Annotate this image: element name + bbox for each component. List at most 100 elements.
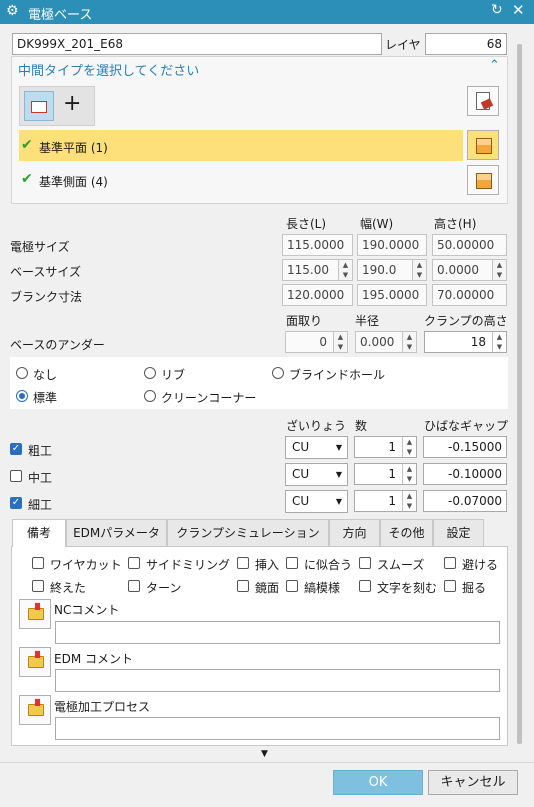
- rough-checkbox[interactable]: ✓: [10, 443, 22, 455]
- turn-checkbox[interactable]: [128, 580, 140, 592]
- medium-label: 中工: [28, 471, 53, 485]
- medium-material-select[interactable]: CU ▼: [285, 463, 348, 486]
- dig-checkbox[interactable]: [444, 580, 456, 592]
- electrode-width: 190.0000: [357, 234, 427, 256]
- radius-spinner[interactable]: ▲ ▼: [402, 332, 416, 352]
- avoid-label: 避ける: [462, 558, 499, 572]
- tab-other[interactable]: その他: [380, 519, 433, 546]
- chamfer-spinner[interactable]: ▲ ▼: [333, 332, 347, 352]
- fit-label: に似合う: [304, 558, 353, 572]
- base-type-group: [10, 357, 508, 409]
- radio-standard[interactable]: [16, 390, 28, 402]
- check-icon: ✔: [21, 137, 33, 153]
- base-under-label: ベースのアンダー: [10, 338, 105, 352]
- rough-gap[interactable]: -0.15000: [423, 436, 507, 458]
- tab-clamp-simulation[interactable]: クランプシミュレーション: [167, 519, 329, 546]
- base-length-spinner[interactable]: ▲ ▼: [338, 260, 352, 280]
- side-milling-label: サイドミリング: [146, 558, 231, 572]
- fine-material-select[interactable]: CU ▼: [285, 490, 348, 513]
- cube-icon: [476, 138, 492, 154]
- footer-divider: [0, 762, 534, 763]
- edm-comment-input[interactable]: [55, 669, 500, 692]
- base-height-spinner[interactable]: ▲ ▼: [492, 260, 506, 280]
- stripe-checkbox[interactable]: [286, 580, 298, 592]
- engrave-checkbox[interactable]: [359, 580, 371, 592]
- process-input[interactable]: [55, 717, 500, 740]
- edm-comment-folder-button[interactable]: [19, 647, 51, 677]
- folder-icon: [28, 651, 44, 668]
- rough-count-spinner[interactable]: ▲ ▼: [402, 437, 416, 457]
- finished-checkbox[interactable]: [32, 580, 44, 592]
- selection-item-2-label[interactable]: 基準側面 (4): [39, 173, 108, 190]
- insert-checkbox[interactable]: [237, 557, 249, 569]
- clamp-height-spinner[interactable]: ▲ ▼: [492, 332, 506, 352]
- fine-label: 細工: [28, 498, 53, 512]
- nc-comment-folder-button[interactable]: [19, 599, 51, 629]
- medium-gap[interactable]: -0.10000: [423, 463, 507, 485]
- fine-gap[interactable]: -0.07000: [423, 490, 507, 512]
- radio-blind-hole[interactable]: [272, 367, 284, 379]
- cube-icon: [476, 173, 492, 189]
- window-title: 電極ベース: [28, 8, 93, 23]
- radio-none-label[interactable]: なし: [33, 366, 57, 383]
- add-icon[interactable]: +: [63, 92, 81, 116]
- finished-label: 終えた: [50, 581, 87, 595]
- header-gap: ひばなギャップ: [424, 419, 509, 433]
- title-bar: ⚙ 電極ベース ↻ ✕: [0, 0, 534, 24]
- fit-checkbox[interactable]: [286, 557, 298, 569]
- radio-clean-corner-label[interactable]: クリーンコーナー: [161, 389, 256, 406]
- delete-selection-button[interactable]: [467, 86, 499, 116]
- folder-icon: [28, 699, 44, 716]
- tab-edm-parameters[interactable]: EDMパラメータ: [66, 519, 167, 546]
- header-length: 長さ(L): [286, 217, 327, 231]
- mirror-checkbox[interactable]: [237, 580, 249, 592]
- base-size-label: ベースサイズ: [10, 265, 82, 279]
- smooth-checkbox[interactable]: [359, 557, 371, 569]
- reset-icon[interactable]: ↻: [491, 2, 503, 18]
- medium-count-spinner[interactable]: ▲ ▼: [402, 464, 416, 484]
- gear-icon[interactable]: ⚙: [6, 3, 19, 19]
- stripe-label: 縞模様: [304, 581, 341, 595]
- scrollbar-thumb[interactable]: [517, 44, 522, 744]
- nc-comment-input[interactable]: [55, 621, 500, 644]
- rough-label: 粗工: [28, 444, 53, 458]
- wire-cut-checkbox[interactable]: [32, 557, 44, 569]
- layer-input[interactable]: 68: [425, 33, 507, 55]
- tab-direction[interactable]: 方向: [329, 519, 380, 546]
- cancel-button[interactable]: キャンセル: [428, 770, 518, 795]
- radio-standard-label[interactable]: 標準: [33, 389, 57, 406]
- fine-count-spinner[interactable]: ▲ ▼: [402, 491, 416, 511]
- process-label: 電極加工プロセス: [54, 700, 151, 714]
- expand-more-icon[interactable]: ▼: [261, 749, 268, 759]
- electrode-size-label: 電極サイズ: [10, 240, 70, 254]
- side-milling-checkbox[interactable]: [128, 557, 140, 569]
- header-clamp-height: クランプの高さ: [424, 314, 508, 328]
- cube-button-1[interactable]: [467, 130, 499, 160]
- folder-icon: [28, 603, 44, 620]
- avoid-checkbox[interactable]: [444, 557, 456, 569]
- radio-clean-corner[interactable]: [144, 390, 156, 402]
- ok-button[interactable]: OK: [333, 770, 423, 795]
- radio-rib-label[interactable]: リブ: [161, 366, 185, 383]
- header-count: 数: [355, 419, 368, 433]
- base-width-spinner[interactable]: ▲ ▼: [412, 260, 426, 280]
- insert-label: 挿入: [255, 558, 280, 572]
- rough-material-select[interactable]: CU ▼: [285, 436, 348, 459]
- blank-width: 195.0000: [357, 284, 427, 306]
- close-icon[interactable]: ✕: [512, 1, 525, 19]
- nc-comment-label: NCコメント: [54, 603, 120, 617]
- face-select-icon[interactable]: [24, 91, 54, 121]
- collapse-icon[interactable]: ⌃: [489, 58, 500, 73]
- process-folder-button[interactable]: [19, 695, 51, 725]
- name-field[interactable]: DK999X_201_E68: [12, 33, 382, 55]
- tab-remarks[interactable]: 備考: [12, 519, 66, 547]
- radio-none[interactable]: [16, 367, 28, 379]
- radio-rib[interactable]: [144, 367, 156, 379]
- fine-checkbox[interactable]: ✓: [10, 497, 22, 509]
- tab-settings[interactable]: 設定: [433, 519, 484, 546]
- cube-button-2[interactable]: [467, 165, 499, 195]
- dig-label: 掘る: [462, 581, 487, 595]
- selection-prompt: 中間タイプを選択してください: [18, 64, 200, 79]
- radio-blind-hole-label[interactable]: ブラインドホール: [289, 366, 385, 383]
- medium-checkbox[interactable]: [10, 470, 22, 482]
